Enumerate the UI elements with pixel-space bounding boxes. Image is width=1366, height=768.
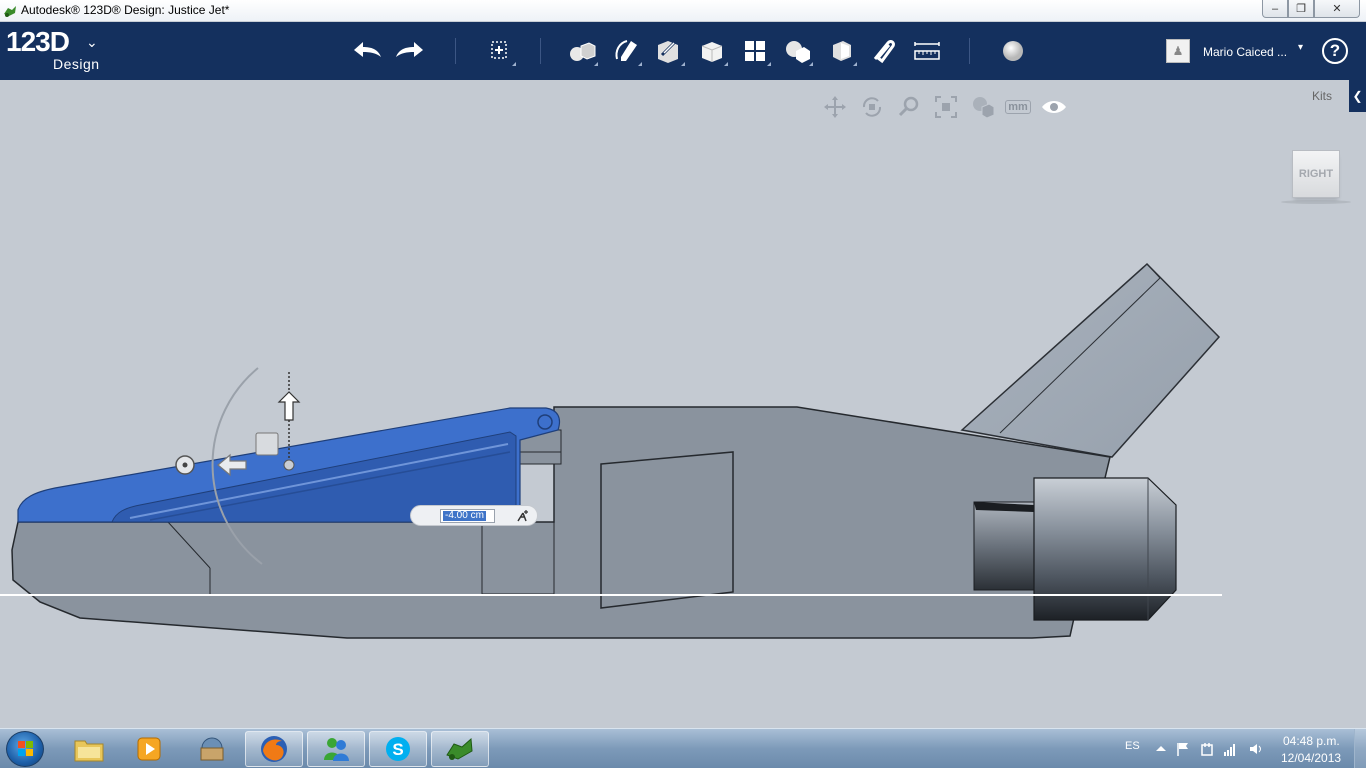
explorer-icon[interactable] — [60, 731, 118, 767]
tray-expand-icon[interactable] — [1153, 741, 1169, 757]
viewport-3d[interactable]: mm Kits ❮ RIGHT -4.00 cm — [0, 80, 1366, 728]
model-scene[interactable] — [0, 80, 1366, 728]
help-button[interactable]: ? — [1322, 38, 1348, 64]
combine-icon[interactable] — [825, 36, 857, 66]
app-menu-logo[interactable]: 123D Design ⌄ — [6, 26, 99, 73]
start-button[interactable] — [6, 731, 44, 767]
network-signal-icon[interactable] — [1222, 741, 1238, 757]
chevron-down-icon: ⌄ — [86, 34, 98, 50]
transform-icon[interactable] — [484, 36, 516, 66]
window-title: Autodesk® 123D® Design: Justice Jet* — [21, 3, 230, 17]
app-icon[interactable] — [183, 731, 241, 767]
user-name[interactable]: Mario Caiced ... — [1203, 45, 1287, 59]
dimension-field[interactable]: -4.00 cm — [440, 509, 495, 523]
primitives-icon[interactable] — [566, 36, 598, 66]
logo-number: 123D — [6, 26, 70, 57]
pattern-icon[interactable] — [739, 36, 771, 66]
close-button[interactable]: ✕ — [1314, 0, 1360, 18]
show-desktop-button[interactable] — [1354, 729, 1366, 768]
clock-time[interactable]: 04:48 p.m. — [1283, 734, 1340, 748]
user-menu-caret-icon[interactable]: ▾ — [1298, 42, 1303, 53]
free-move-handle — [255, 432, 279, 456]
toolbar-separator — [969, 38, 970, 64]
measure-icon[interactable] — [911, 36, 943, 66]
skype-icon[interactable]: S — [369, 731, 427, 767]
tail-fin[interactable] — [960, 262, 1221, 458]
messenger-icon[interactable] — [307, 731, 365, 767]
main-toolbar: 123D Design ⌄ ♟ Mario Caiced ... ▾ ? — [0, 22, 1366, 80]
volume-icon[interactable] — [1248, 741, 1264, 757]
dimension-value[interactable]: -4.00 cm — [443, 511, 486, 521]
maximize-button[interactable]: ❐ — [1288, 0, 1314, 18]
language-indicator[interactable]: ES — [1125, 740, 1140, 752]
material-icon[interactable] — [997, 36, 1029, 66]
firefox-icon[interactable] — [245, 731, 303, 767]
123d-design-icon[interactable] — [431, 731, 489, 767]
app-logo-icon — [4, 6, 16, 17]
minimize-button[interactable]: – — [1262, 0, 1288, 18]
sketch-icon[interactable] — [610, 36, 642, 66]
redo-icon[interactable] — [394, 36, 426, 66]
snap-icon[interactable] — [868, 36, 900, 66]
grouping-icon[interactable] — [781, 36, 813, 66]
power-icon[interactable] — [1199, 741, 1215, 757]
action-center-flag-icon[interactable] — [1175, 741, 1191, 757]
undo-icon[interactable] — [351, 36, 383, 66]
clock-date[interactable]: 12/04/2013 — [1281, 751, 1341, 765]
title-bar: Autodesk® 123D® Design: Justice Jet* – ❐… — [0, 0, 1366, 22]
side-panel[interactable] — [600, 451, 734, 609]
logo-subtitle: Design — [53, 56, 100, 72]
toolbar-separator — [455, 38, 456, 64]
dimension-input-box: -4.00 cm — [410, 505, 538, 526]
taskbar: S ES 04:48 p.m. 12/04/2013 — [0, 728, 1366, 768]
toolbar-separator — [540, 38, 541, 64]
svg-text:S: S — [392, 740, 403, 759]
window-controls: – ❐ ✕ — [1262, 0, 1360, 18]
construct-icon[interactable] — [653, 36, 685, 66]
user-avatar[interactable]: ♟ — [1166, 39, 1190, 63]
media-player-icon[interactable] — [120, 731, 178, 767]
move-up-arrow-icon — [277, 391, 301, 421]
modify-icon[interactable] — [696, 36, 728, 66]
snap-dimension-icon[interactable] — [515, 508, 531, 524]
